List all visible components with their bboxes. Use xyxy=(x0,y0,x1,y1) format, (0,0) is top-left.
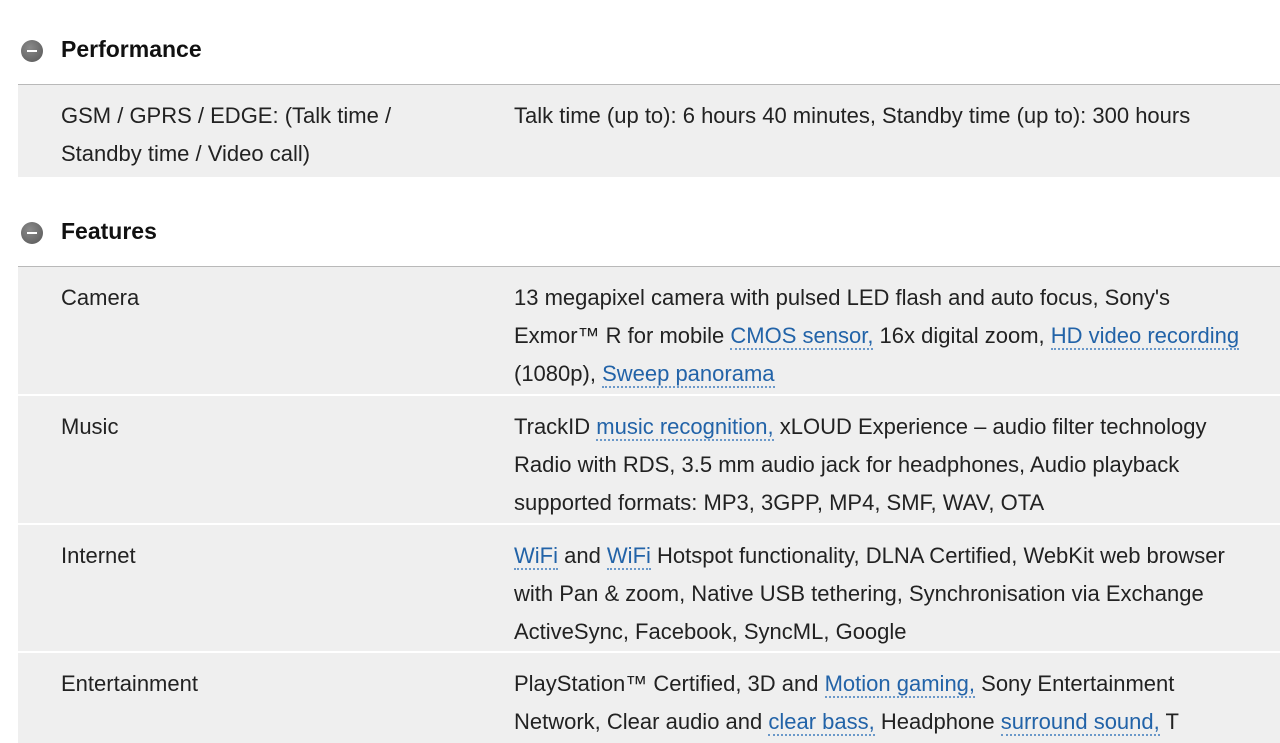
spec-row-gsm: GSM / GPRS / EDGE: (Talk time / Standby … xyxy=(18,85,1280,179)
glossary-link-music-recognition[interactable]: music recognition, xyxy=(596,414,774,441)
spec-value: TrackID music recognition, xLOUD Experie… xyxy=(514,414,1207,515)
spec-label: Internet xyxy=(61,543,136,568)
collapse-minus-icon[interactable] xyxy=(21,222,43,244)
glossary-link-cmos-sensor[interactable]: CMOS sensor, xyxy=(730,323,874,350)
section-title-features: Features xyxy=(61,218,157,244)
spec-value: Talk time (up to): 6 hours 40 minutes, S… xyxy=(514,103,1191,128)
spec-row-internet: Internet WiFi and WiFi Hotspot functiona… xyxy=(18,525,1280,653)
spec-value: 13 megapixel camera with pulsed LED flas… xyxy=(514,285,1240,388)
spec-row-music: Music TrackID music recognition, xLOUD E… xyxy=(18,396,1280,525)
glossary-link-clear-bass[interactable]: clear bass, xyxy=(768,709,875,736)
glossary-link-surround-sound[interactable]: surround sound, xyxy=(1000,709,1160,736)
spec-value: WiFi and WiFi Hotspot functionality, DLN… xyxy=(514,543,1225,644)
glossary-link-sweep-panorama[interactable]: Sweep panorama xyxy=(602,361,775,388)
spec-label: Music xyxy=(61,414,119,439)
collapse-minus-icon[interactable] xyxy=(21,40,43,62)
spec-label: GSM / GPRS / EDGE: (Talk time / Standby … xyxy=(61,103,392,166)
spec-row-entertainment: Entertainment PlayStation™ Certified, 3D… xyxy=(18,653,1280,743)
spec-row-camera: Camera 13 megapixel camera with pulsed L… xyxy=(18,267,1280,396)
glossary-link-wifi[interactable]: WiFi xyxy=(514,543,558,570)
glossary-link-hd-video[interactable]: HD video recording xyxy=(1050,323,1240,350)
performance-header[interactable]: Performance xyxy=(0,36,1280,80)
spec-value: PlayStation™ Certified, 3D and Motion ga… xyxy=(514,671,1179,736)
section-title-performance: Performance xyxy=(61,36,202,62)
glossary-link-motion-gaming[interactable]: Motion gaming, xyxy=(824,671,976,698)
features-header[interactable]: Features xyxy=(0,218,1280,262)
spec-label: Camera xyxy=(61,285,140,310)
spec-label: Entertainment xyxy=(61,671,198,696)
glossary-link-wifi-hotspot[interactable]: WiFi xyxy=(606,543,651,570)
